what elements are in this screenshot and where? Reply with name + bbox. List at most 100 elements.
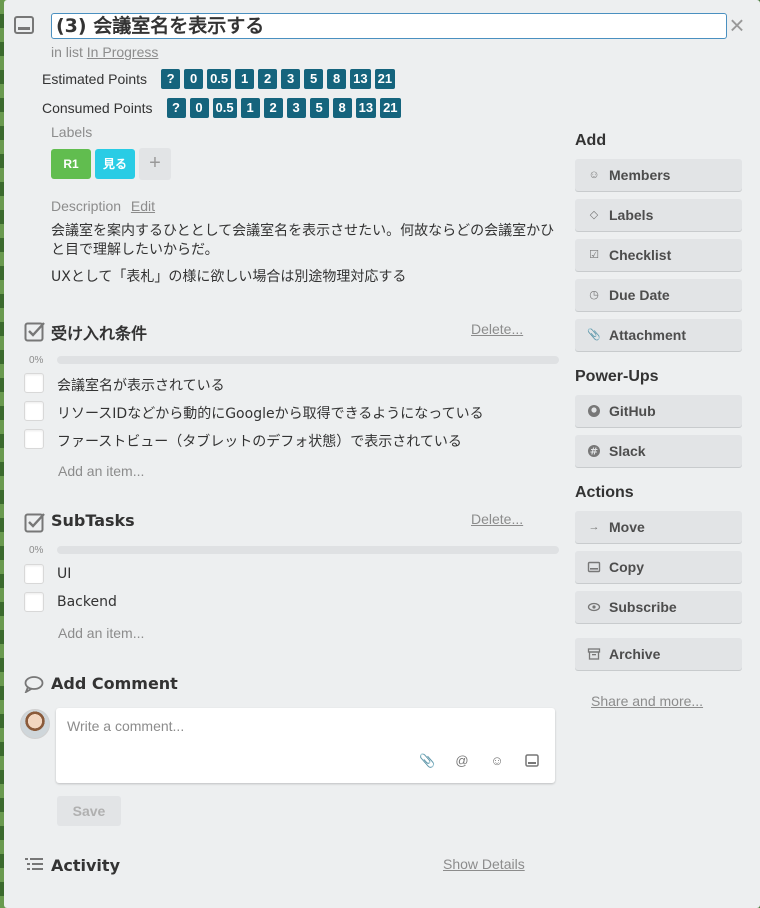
list-link[interactable]: In Progress — [87, 44, 159, 60]
label-chip-miru[interactable]: 見る — [95, 149, 135, 179]
checklist-progress-text: 0% — [29, 355, 44, 366]
estimated-points-label: Estimated Points — [42, 71, 148, 87]
tag-icon: ◇ — [589, 209, 599, 221]
due-date-button[interactable]: ◷ Due Date — [575, 279, 742, 311]
checklist-icon — [24, 322, 45, 342]
paperclip-icon[interactable]: 📎 — [419, 753, 435, 769]
checklist-item-text[interactable]: Backend — [57, 594, 117, 610]
consumed-point-button[interactable]: 1 — [240, 98, 260, 118]
estimated-point-button[interactable]: 0 — [184, 69, 204, 89]
consumed-point-button[interactable]: 13 — [355, 98, 377, 118]
activity-icon — [25, 858, 43, 870]
checklist-progress-text: 0% — [29, 545, 44, 556]
labels-button[interactable]: ◇ Labels — [575, 199, 742, 231]
consumed-point-button[interactable]: 0 — [189, 98, 209, 118]
members-label: Members — [609, 167, 671, 183]
estimated-points-row: Estimated Points ? 0 0.5 1 2 3 5 8 13 21 — [42, 69, 399, 89]
checklist-item-checkbox[interactable] — [24, 429, 44, 449]
slack-icon: # — [588, 445, 600, 458]
close-icon[interactable]: × — [726, 12, 748, 38]
estimated-point-button[interactable]: ? — [161, 69, 181, 89]
consumed-point-button[interactable]: 21 — [380, 98, 401, 118]
description-paragraph: 会議室を案内するひととして会議室名を表示させたい。何故ならどの会議室かひと目で理… — [51, 223, 555, 258]
sidebar-actions-heading: Actions — [575, 484, 634, 501]
consumed-point-button[interactable]: 0.5 — [212, 98, 237, 118]
description-heading: Description — [51, 198, 122, 214]
checklist-add-item[interactable]: Add an item... — [58, 625, 144, 641]
subscribe-label: Subscribe — [609, 599, 677, 615]
checklist-title[interactable]: 受け入れ条件 — [51, 320, 147, 344]
estimated-point-button[interactable]: 1 — [235, 69, 255, 89]
list-breadcrumb: in list In Progress — [51, 44, 158, 60]
estimated-point-button[interactable]: 3 — [281, 69, 301, 89]
estimated-point-button[interactable]: 2 — [258, 69, 278, 89]
estimated-point-button[interactable]: 21 — [374, 69, 396, 89]
members-button[interactable]: ☺ Members — [575, 159, 742, 191]
card-icon[interactable] — [525, 754, 539, 768]
share-and-more-link[interactable]: Share and more... — [591, 693, 703, 709]
emoji-icon[interactable]: ☺ — [489, 753, 505, 769]
checklist-item-text[interactable]: 会議室名が表示されている — [57, 375, 225, 395]
github-icon — [588, 405, 600, 417]
estimated-point-button[interactable]: 13 — [350, 69, 371, 89]
add-label-button[interactable]: + — [139, 148, 171, 180]
avatar — [20, 709, 50, 739]
checklist-delete-link[interactable]: Delete... — [471, 511, 523, 527]
subscribe-button[interactable]: Subscribe — [575, 591, 742, 623]
save-comment-button[interactable]: Save — [57, 796, 121, 826]
checklist-item-text[interactable]: リソースIDなどから動的にGoogleから取得できるようになっている — [57, 403, 484, 423]
consumed-point-button[interactable]: 2 — [263, 98, 283, 118]
checklist-item-text[interactable]: ファーストビュー（タブレットのデフォ状態）で表示されている — [57, 431, 462, 451]
checklist-icon — [24, 513, 45, 533]
archive-label: Archive — [609, 646, 661, 662]
estimated-point-button[interactable]: 5 — [304, 69, 324, 89]
checklist-delete-link[interactable]: Delete... — [471, 321, 523, 337]
card-icon — [14, 16, 34, 34]
consumed-point-button[interactable]: ? — [166, 98, 186, 118]
labels-label: Labels — [609, 207, 654, 223]
checklist-item-checkbox[interactable] — [24, 592, 44, 612]
due-date-label: Due Date — [609, 287, 670, 303]
checklist-label: Checklist — [609, 247, 672, 263]
show-details-link[interactable]: Show Details — [443, 856, 525, 872]
add-comment-heading: Add Comment — [51, 674, 178, 693]
move-button[interactable]: → Move — [575, 511, 742, 543]
consumed-point-button[interactable]: 3 — [286, 98, 306, 118]
mention-icon[interactable]: @ — [454, 753, 470, 769]
checklist-progress-bar — [57, 546, 559, 554]
checklist-item-text[interactable]: UI — [57, 566, 71, 582]
label-chip-r1[interactable]: R1 — [51, 149, 91, 179]
description-edit-link[interactable]: Edit — [131, 198, 155, 214]
slack-button[interactable]: # Slack — [575, 435, 742, 467]
arrow-right-icon: → — [588, 521, 600, 533]
estimated-point-button[interactable]: 0.5 — [207, 69, 232, 89]
consumed-points-row: Consumed Points ? 0 0.5 1 2 3 5 8 13 21 — [42, 98, 405, 118]
checklist-item-checkbox[interactable] — [24, 373, 44, 393]
person-icon: ☺ — [588, 169, 600, 181]
checkbox-icon: ☑ — [589, 249, 599, 261]
description-header: Description Edit — [51, 198, 155, 214]
checklist-item-checkbox[interactable] — [24, 401, 44, 421]
consumed-point-button[interactable]: 8 — [332, 98, 352, 118]
comment-input[interactable]: Write a comment... 📎 @ ☺ — [56, 708, 555, 783]
checklist-add-item[interactable]: Add an item... — [58, 463, 144, 479]
archive-button[interactable]: Archive — [575, 638, 742, 670]
card-title-input[interactable]: (3) 会議室名を表示する — [51, 13, 727, 39]
activity-heading: Activity — [51, 856, 120, 875]
github-button[interactable]: GitHub — [575, 395, 742, 427]
checklist-item-checkbox[interactable] — [24, 564, 44, 584]
svg-text:#: # — [590, 447, 598, 458]
description-paragraph: UXとして「表札」の様に欲しい場合は別途物理対応する — [51, 269, 407, 285]
consumed-points-label: Consumed Points — [42, 100, 153, 116]
labels-heading: Labels — [51, 124, 93, 140]
paperclip-icon: 📎 — [587, 329, 601, 341]
clock-icon: ◷ — [589, 289, 599, 301]
checklist-title[interactable]: SubTasks — [51, 511, 135, 530]
attachment-button[interactable]: 📎 Attachment — [575, 319, 742, 351]
estimated-point-button[interactable]: 8 — [327, 69, 347, 89]
copy-button[interactable]: Copy — [575, 551, 742, 583]
consumed-point-button[interactable]: 5 — [309, 98, 329, 118]
checklist-button[interactable]: ☑ Checklist — [575, 239, 742, 271]
copy-label: Copy — [609, 559, 644, 575]
slack-label: Slack — [609, 443, 646, 459]
